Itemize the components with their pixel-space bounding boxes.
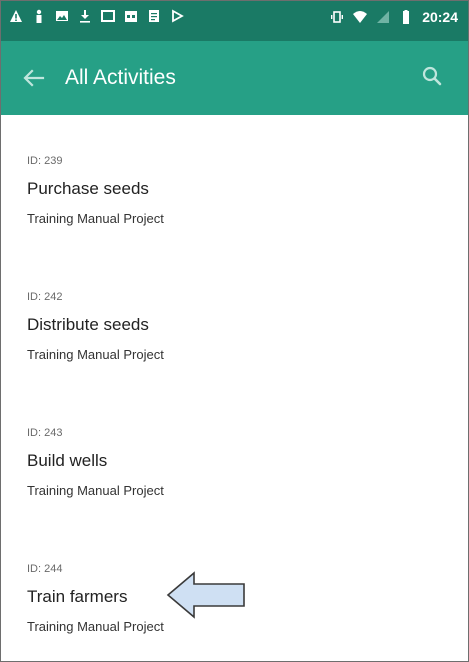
- system-icons: 20:24: [330, 9, 458, 25]
- search-button[interactable]: [420, 64, 444, 88]
- status-time: 20:24: [422, 9, 458, 25]
- phone-screen: 20:24 All Activities ID: 239 Purchase se…: [0, 0, 469, 662]
- search-icon: [422, 66, 442, 86]
- document-icon: [147, 9, 161, 23]
- app-bar: All Activities: [1, 41, 468, 115]
- activity-id: ID: 239: [27, 155, 63, 167]
- list-item[interactable]: ID: 239 Purchase seeds Training Manual P…: [1, 115, 468, 226]
- activity-project: Training Manual Project: [27, 211, 164, 226]
- person-icon: [32, 9, 46, 23]
- notification-icons: [9, 9, 184, 23]
- wifi-icon: [353, 10, 368, 24]
- battery-icon: [399, 10, 413, 24]
- activity-id: ID: 242: [27, 291, 63, 303]
- activity-project: Training Manual Project: [27, 619, 164, 634]
- activity-id: ID: 243: [27, 427, 63, 439]
- list-item[interactable]: ID: 242 Distribute seeds Training Manual…: [1, 251, 468, 362]
- back-button[interactable]: [21, 65, 47, 91]
- calendar-icon: [124, 9, 138, 23]
- status-bar: 20:24: [1, 1, 468, 41]
- pointer-arrow-icon: [166, 571, 245, 619]
- activity-project: Training Manual Project: [27, 347, 164, 362]
- activity-project: Training Manual Project: [27, 483, 164, 498]
- signal-icon: [376, 10, 390, 24]
- play-icon: [170, 9, 184, 23]
- vibrate-icon: [330, 10, 344, 24]
- activity-id: ID: 244: [27, 563, 63, 575]
- activity-name: Build wells: [27, 451, 108, 470]
- image-icon: [55, 9, 69, 23]
- warning-icon: [9, 9, 23, 23]
- activity-name: Train farmers: [27, 587, 128, 606]
- list-item[interactable]: ID: 243 Build wells Training Manual Proj…: [1, 387, 468, 498]
- page-title: All Activities: [65, 66, 176, 89]
- window-icon: [101, 9, 115, 23]
- download-icon: [78, 9, 92, 23]
- back-arrow-icon: [23, 69, 45, 87]
- activity-name: Distribute seeds: [27, 315, 149, 334]
- activity-name: Purchase seeds: [27, 179, 149, 198]
